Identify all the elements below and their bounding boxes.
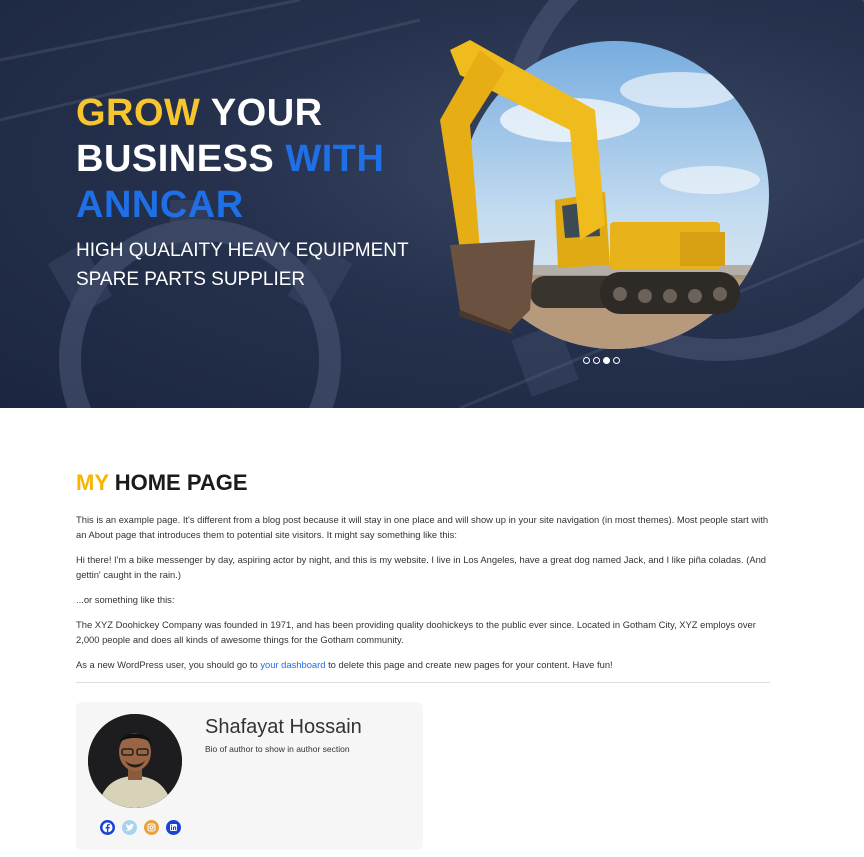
author-name: Shafayat Hossain: [205, 716, 362, 738]
paragraph-5: As a new WordPress user, you should go t…: [76, 657, 770, 672]
page-content: MY HOME PAGE This is an example page. It…: [76, 470, 770, 683]
author-photo: [88, 714, 182, 808]
paragraph-2: Hi there! I'm a bike messenger by day, a…: [76, 554, 767, 580]
slider-pagination: [583, 357, 620, 364]
author-avatar: [88, 714, 182, 808]
slider-dot-3[interactable]: [603, 357, 610, 364]
slider-dot-1[interactable]: [583, 357, 590, 364]
linkedin-icon[interactable]: [166, 820, 181, 835]
excavator-image: [440, 40, 769, 349]
slider-dot-4[interactable]: [613, 357, 620, 364]
page-title-rest: HOME PAGE: [108, 470, 248, 495]
author-box: Shafayat Hossain Bio of author to show i…: [76, 702, 423, 850]
slider-dot-2[interactable]: [593, 357, 600, 364]
twitter-icon[interactable]: [122, 820, 137, 835]
hero-slider: GROW YOUR BUSINESS WITH ANNCAR HIGH QUAL…: [0, 0, 864, 408]
facebook-icon[interactable]: [100, 820, 115, 835]
hero-title-your: YOUR: [200, 92, 323, 134]
paragraph-4: The XYZ Doohickey Company was founded in…: [76, 619, 756, 645]
hero-subtitle: HIGH QUALAITY HEAVY EQUIPMENT SPARE PART…: [76, 240, 409, 290]
hero-title: GROW YOUR BUSINESS WITH ANNCAR: [76, 90, 436, 228]
hero-title-accent-anncar: ANNCAR: [76, 184, 244, 226]
author-social-links: [100, 820, 181, 835]
content-divider: [76, 682, 770, 683]
hero-title-business: BUSINESS: [76, 138, 286, 180]
page-title: MY HOME PAGE: [76, 470, 770, 496]
hero-title-accent-grow: GROW: [76, 92, 201, 134]
instagram-icon[interactable]: [144, 820, 159, 835]
hero-title-accent-with: WITH: [285, 138, 385, 180]
author-bio: Bio of author to show in author section: [205, 744, 350, 754]
paragraph-3: ...or something like this:: [76, 594, 175, 605]
page-title-accent: MY: [76, 470, 109, 495]
paragraph-5-after: to delete this page and create new pages…: [325, 659, 613, 670]
paragraph-1: This is an example page. It's different …: [76, 514, 769, 540]
dashboard-link[interactable]: your dashboard: [260, 659, 325, 670]
paragraph-5-before: As a new WordPress user, you should go t…: [76, 659, 261, 670]
